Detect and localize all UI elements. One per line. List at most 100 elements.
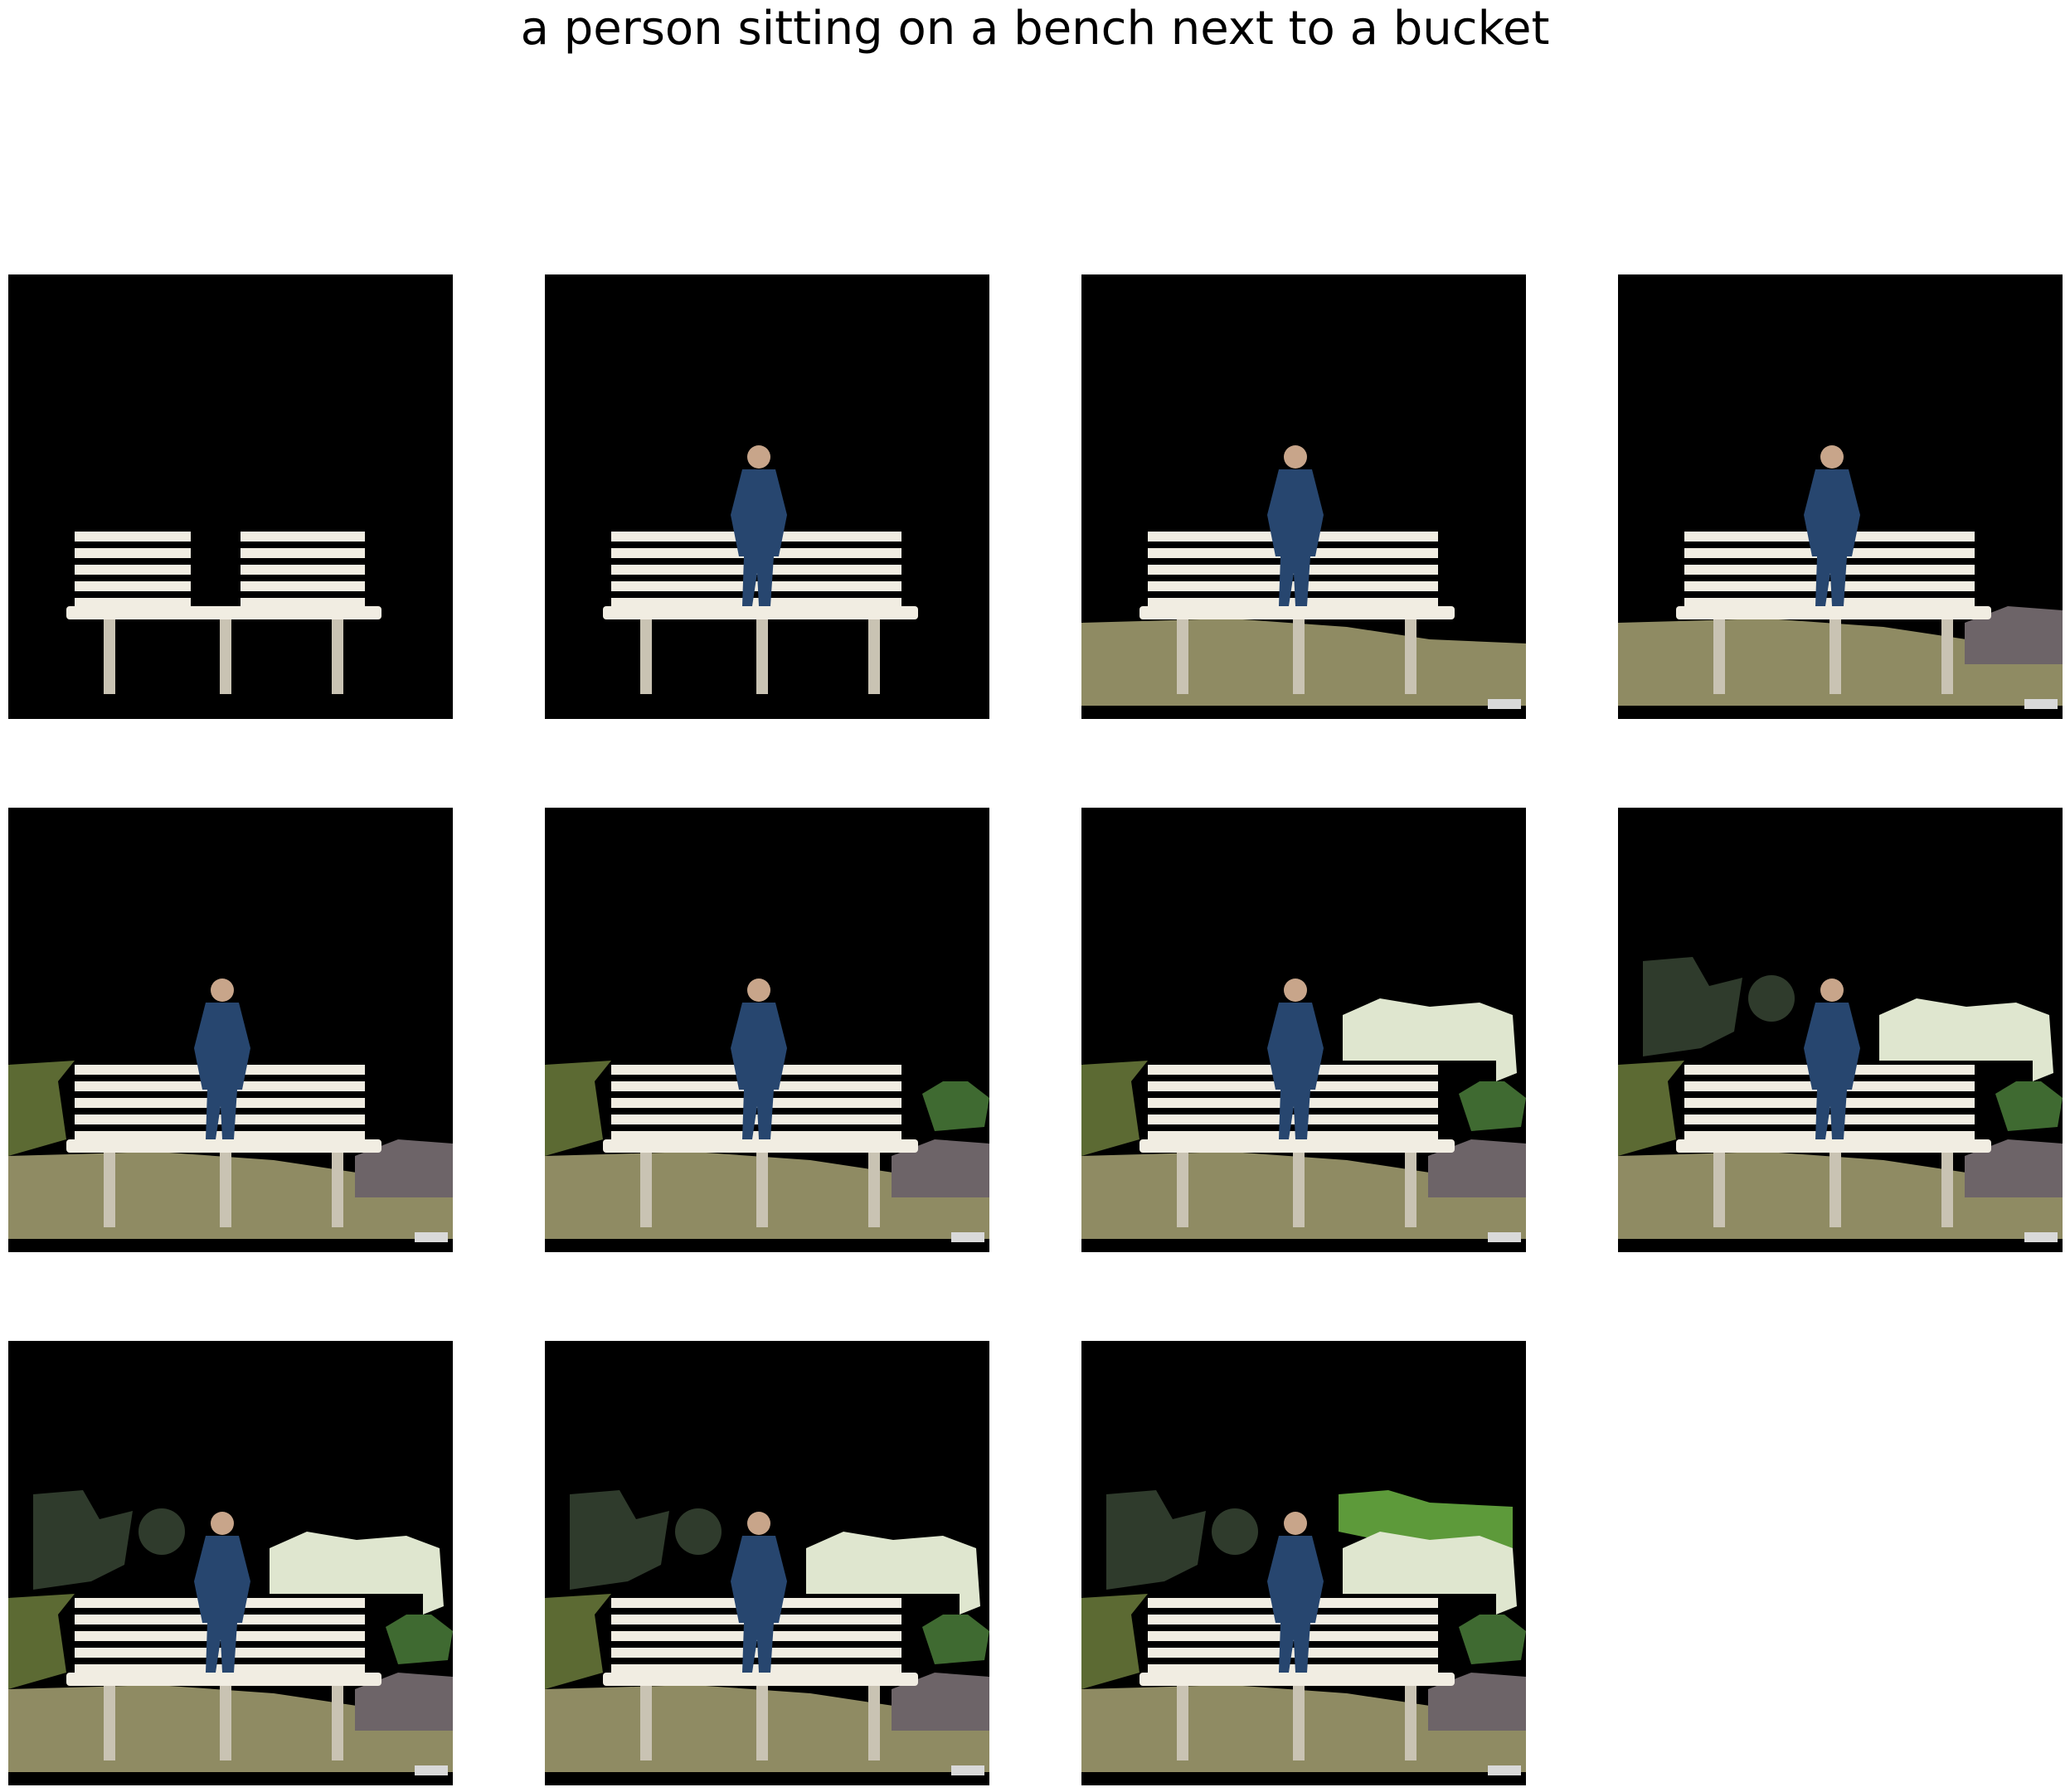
watermark-icon xyxy=(951,1765,984,1775)
person-head xyxy=(1284,445,1307,469)
composite-image xyxy=(1081,808,1526,1252)
bench-leg xyxy=(1405,619,1416,694)
person-head xyxy=(747,979,770,1002)
bench-leg xyxy=(756,1153,768,1227)
bench-seat xyxy=(1676,606,1991,619)
bench-backrest-slat xyxy=(75,565,191,575)
bench-leg xyxy=(1829,1153,1841,1227)
composite-image xyxy=(545,808,989,1252)
step-panel-5 xyxy=(8,808,453,1252)
person-torso xyxy=(731,1003,787,1090)
bench-seat xyxy=(603,1673,918,1686)
composite-image xyxy=(8,274,453,719)
bench-leg xyxy=(1941,619,1953,694)
person-torso xyxy=(194,1536,250,1623)
bench-leg xyxy=(220,1686,231,1760)
bench-backrest-slat xyxy=(75,1648,365,1658)
person-torso xyxy=(1267,1536,1324,1623)
bench-backrest-slat xyxy=(75,581,191,591)
bench-backrest-slat xyxy=(241,565,365,575)
composite-image xyxy=(545,274,989,719)
bench-leg xyxy=(1293,619,1305,694)
bench-backrest-slat xyxy=(611,581,901,591)
composite-image xyxy=(1618,274,2063,719)
step-panel-4 xyxy=(1618,274,2063,719)
bench-leg xyxy=(756,619,768,694)
watermark-icon xyxy=(1488,1765,1521,1775)
watermark-icon xyxy=(1488,699,1521,709)
watermark-icon xyxy=(415,1232,448,1242)
bench-leg xyxy=(332,1153,343,1227)
tree-clump xyxy=(138,1508,185,1555)
person-head xyxy=(1820,445,1844,469)
composite-image xyxy=(1618,808,2063,1252)
bench-backrest-slat xyxy=(75,532,191,541)
tree-clump xyxy=(1212,1508,1258,1555)
bench-leg xyxy=(220,1153,231,1227)
bench-backrest-slat xyxy=(1148,1648,1438,1658)
step-panel-6 xyxy=(545,808,989,1252)
bench-leg xyxy=(1293,1153,1305,1227)
bench-seat xyxy=(66,606,381,619)
bench-backrest-slat xyxy=(611,1648,901,1658)
step-panel-3 xyxy=(1081,274,1526,719)
person-torso xyxy=(731,1536,787,1623)
person-torso xyxy=(1267,1003,1324,1090)
bench-backrest-slat xyxy=(1148,581,1438,591)
watermark-icon xyxy=(415,1765,448,1775)
bench-backrest-slat xyxy=(1684,1115,1975,1124)
person-torso xyxy=(194,1003,250,1090)
bench-leg xyxy=(868,1686,880,1760)
bench-leg xyxy=(868,1153,880,1227)
bench-seat xyxy=(66,1673,381,1686)
composite-image xyxy=(8,1341,453,1785)
bench-leg xyxy=(1293,1686,1305,1760)
bench-backrest-slat xyxy=(611,1115,901,1124)
bench-backrest-slat xyxy=(241,581,365,591)
person-torso xyxy=(1267,469,1324,556)
bench-backrest-slat xyxy=(241,532,365,541)
person-head xyxy=(747,445,770,469)
tree-clump xyxy=(1748,975,1795,1022)
bench-leg xyxy=(1405,1686,1416,1760)
step-panel-10 xyxy=(545,1341,989,1785)
person-torso xyxy=(1804,469,1860,556)
composite-image xyxy=(8,808,453,1252)
bench-leg xyxy=(104,619,115,694)
composite-image xyxy=(1081,274,1526,719)
bench-leg xyxy=(756,1686,768,1760)
step-panel-1 xyxy=(8,274,453,719)
person-head xyxy=(211,979,234,1002)
bench-backrest-slat xyxy=(241,548,365,558)
bench-leg xyxy=(1177,619,1188,694)
bench-leg xyxy=(640,619,652,694)
bench-leg xyxy=(104,1686,115,1760)
step-panel-8 xyxy=(1618,808,2063,1252)
bench-leg xyxy=(1405,1153,1416,1227)
bench-leg xyxy=(332,1686,343,1760)
bench-leg xyxy=(1829,619,1841,694)
bench-leg xyxy=(1713,1153,1725,1227)
person-torso xyxy=(731,469,787,556)
bench-backrest-slat xyxy=(75,548,191,558)
watermark-icon xyxy=(2024,699,2058,709)
bench-seat xyxy=(603,1139,918,1153)
step-panel-9 xyxy=(8,1341,453,1785)
composite-image xyxy=(545,1341,989,1785)
composite-image xyxy=(1081,1341,1526,1785)
figure-title: a person sitting on a bench next to a bu… xyxy=(520,2,1550,56)
watermark-icon xyxy=(951,1232,984,1242)
step-panel-2 xyxy=(545,274,989,719)
tree-clump xyxy=(675,1508,722,1555)
bench-seat xyxy=(603,606,918,619)
bench-leg xyxy=(640,1153,652,1227)
bench-seat xyxy=(1139,1673,1455,1686)
person-head xyxy=(211,1512,234,1535)
bench-backrest-slat xyxy=(1148,1115,1438,1124)
person-head xyxy=(1284,1512,1307,1535)
bench-backrest-slat xyxy=(1684,581,1975,591)
bench-seat xyxy=(66,1139,381,1153)
bench-leg xyxy=(1941,1153,1953,1227)
bench-leg xyxy=(640,1686,652,1760)
bench-seat xyxy=(1676,1139,1991,1153)
